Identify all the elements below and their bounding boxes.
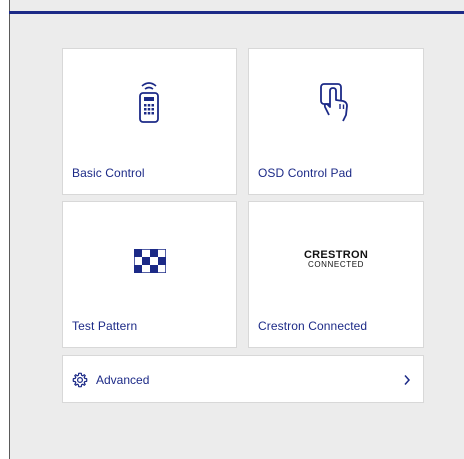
- tile-label: Test Pattern: [72, 319, 138, 333]
- checkerboard-icon: [133, 248, 167, 278]
- tile-label: OSD Control Pad: [258, 166, 353, 180]
- tile-crestron-connected[interactable]: CRESTRON CONNECTED Crestron Connected: [248, 201, 424, 348]
- tile-osd-control-pad[interactable]: OSD Control Pad: [248, 48, 424, 195]
- crestron-logo-line2: CONNECTED: [307, 260, 365, 269]
- advanced-button[interactable]: Advanced: [62, 355, 424, 403]
- touch-hand-icon: [319, 82, 353, 127]
- tile-basic-control[interactable]: Basic Control: [62, 48, 237, 195]
- tile-label: Basic Control: [72, 166, 145, 180]
- tile-test-pattern[interactable]: Test Pattern: [62, 201, 237, 348]
- chevron-right-icon: [403, 373, 411, 391]
- remote-control-icon: [137, 79, 161, 128]
- advanced-label: Advanced: [96, 373, 150, 387]
- header-accent-bar: [9, 11, 464, 14]
- crestron-logo-line1: CRESTRON: [303, 249, 369, 261]
- tile-label: Crestron Connected: [258, 319, 368, 333]
- crestron-connected-logo: CRESTRON CONNECTED: [249, 249, 423, 270]
- gear-icon: [72, 372, 88, 393]
